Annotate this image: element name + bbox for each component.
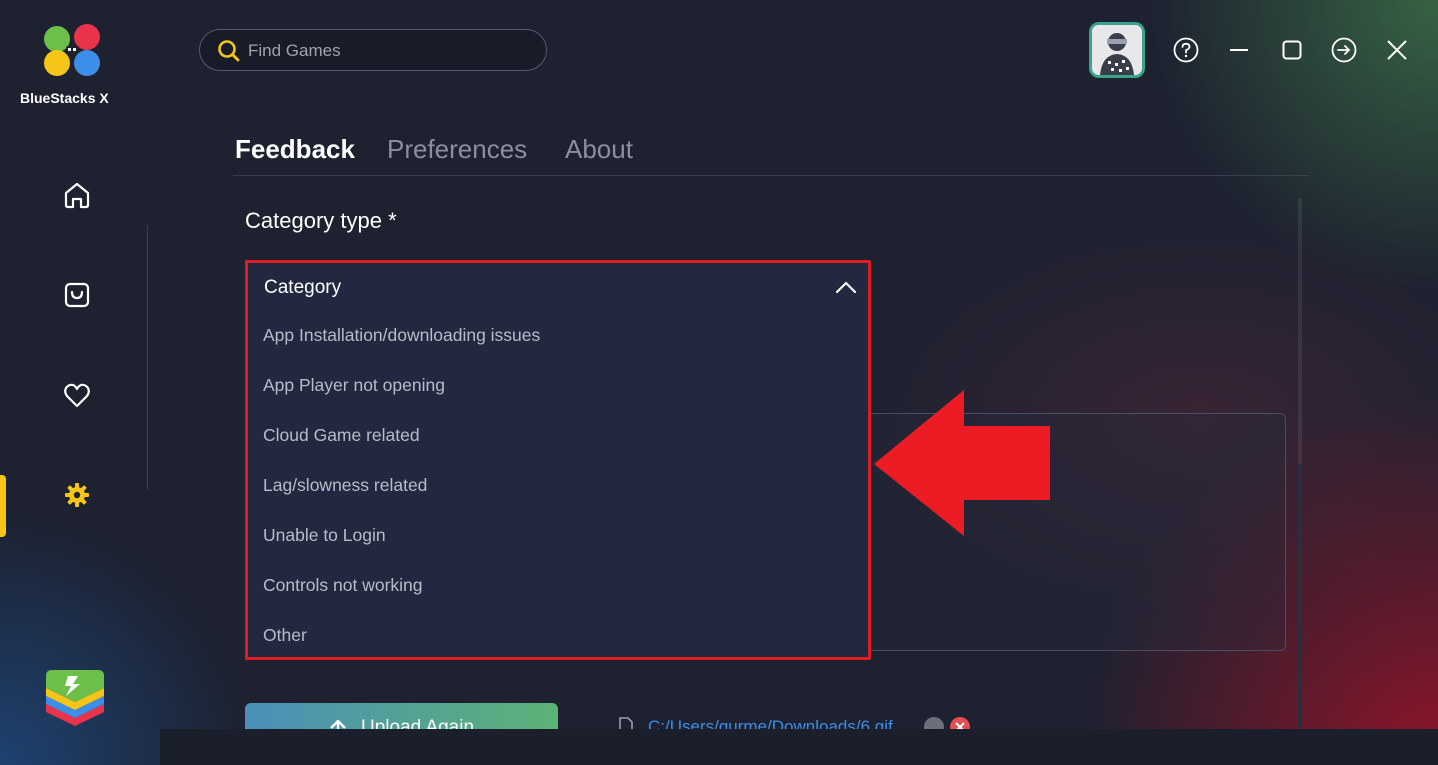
app-name: BlueStacks X: [20, 90, 109, 106]
scrollbar-thumb[interactable]: [1298, 464, 1302, 728]
bluestacks-app-player-icon: [46, 670, 104, 726]
dropdown-option[interactable]: App Installation/downloading issues: [263, 325, 540, 346]
tab-preferences[interactable]: Preferences: [387, 134, 527, 165]
help-button[interactable]: [1172, 36, 1200, 64]
sidebar-item-favorites[interactable]: [52, 370, 102, 420]
heart-icon: [64, 383, 90, 408]
user-avatar[interactable]: [1089, 22, 1145, 78]
dropdown-option[interactable]: Unable to Login: [263, 525, 386, 546]
minimize-button[interactable]: [1225, 36, 1253, 64]
logout-button[interactable]: [1330, 36, 1358, 64]
sidebar-divider: [147, 225, 148, 490]
maximize-icon: [1282, 40, 1302, 60]
home-icon: [64, 182, 90, 209]
search-input[interactable]: [246, 38, 530, 64]
chevron-up-icon[interactable]: [834, 279, 858, 295]
search-icon: [218, 40, 240, 62]
dropdown-selected-value[interactable]: Category: [264, 277, 341, 299]
minimize-icon: [1230, 49, 1248, 51]
tab-about[interactable]: About: [565, 134, 633, 165]
search-box[interactable]: [199, 29, 547, 71]
close-button[interactable]: [1383, 36, 1411, 64]
dropdown-option[interactable]: Cloud Game related: [263, 425, 420, 446]
dropdown-option[interactable]: App Player not opening: [263, 375, 445, 396]
dropdown-option[interactable]: Lag/slowness related: [263, 475, 427, 496]
bluestacks-x-logo-icon: [44, 24, 100, 76]
avatar-image-icon: [1092, 25, 1142, 75]
category-type-label: Category type *: [245, 208, 397, 233]
tabs-divider: [233, 175, 1310, 176]
close-icon: [1387, 40, 1407, 60]
store-bag-icon: [64, 282, 90, 308]
active-nav-indicator: [0, 475, 6, 537]
tab-feedback[interactable]: Feedback: [235, 134, 355, 165]
dropdown-option[interactable]: Controls not working: [263, 575, 423, 596]
bottom-clip-bar: [160, 729, 1438, 765]
sidebar-item-home[interactable]: [52, 170, 102, 220]
category-dropdown[interactable]: Category App Installation/downloading is…: [245, 260, 871, 660]
help-icon: [1173, 37, 1199, 63]
sidebar-item-settings[interactable]: [52, 470, 102, 520]
dropdown-option[interactable]: Other: [263, 625, 307, 646]
logout-icon: [1331, 37, 1357, 63]
gear-icon: [65, 483, 89, 507]
annotation-arrow-icon: [874, 390, 1050, 536]
maximize-button[interactable]: [1278, 36, 1306, 64]
sidebar-item-store[interactable]: [52, 270, 102, 320]
